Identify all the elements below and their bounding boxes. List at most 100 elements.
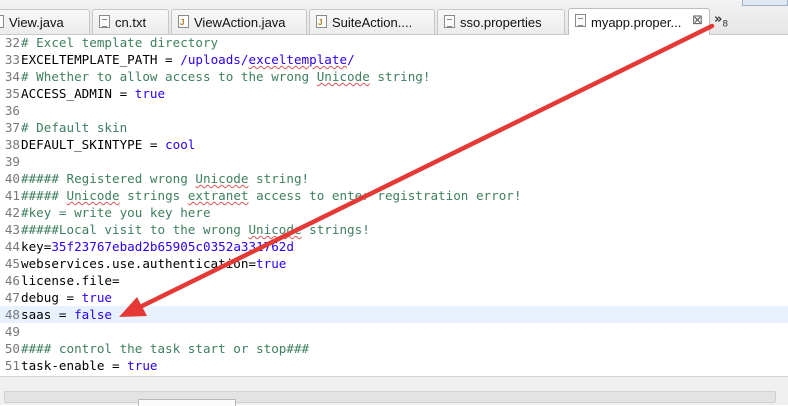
line-number: 50 (4, 341, 20, 356)
code-text: # Default skin (21, 119, 127, 136)
code-text: license.file= (21, 272, 120, 289)
code-token: true (256, 256, 287, 271)
code-text: key=35f23767ebad2b65905c0352a331762d (21, 238, 294, 255)
horizontal-scrollbar[interactable] (4, 391, 776, 403)
code-text: # Whether to allow access to the wrong U… (21, 68, 430, 85)
code-line[interactable]: 33 EXCELTEMPLATE_PATH = /uploads/exceltem… (0, 51, 788, 68)
code-token: #####Local visit to the wrong (21, 222, 249, 237)
code-token: true (81, 290, 113, 305)
code-line[interactable]: 36 (0, 102, 788, 119)
editor-tab-bar: J View.java cn.txt J ViewAction.java J S… (0, 0, 788, 35)
line-number: 51 (4, 358, 20, 373)
code-token: key= (21, 239, 52, 254)
code-token: ##### Registered wrong (21, 171, 196, 186)
line-number: 43 (4, 222, 20, 237)
code-line[interactable]: 47 debug = true (0, 289, 788, 306)
text-file-icon (99, 15, 110, 28)
line-number: 45 (4, 256, 20, 271)
code-token: true (134, 86, 166, 101)
code-token: / (347, 52, 355, 67)
code-line[interactable]: 37 # Default skin (0, 119, 788, 136)
tab-view-java[interactable]: J View.java (0, 9, 90, 34)
code-token: exceltemplate (248, 52, 348, 67)
code-text: ACCESS_ADMIN = true (21, 85, 165, 102)
tab-viewaction-java[interactable]: J ViewAction.java (171, 9, 307, 34)
code-text: # Excel template directory (21, 34, 218, 51)
code-text: #####Local visit to the wrong Unicode st… (21, 221, 370, 238)
code-token: /uploads/ (180, 52, 249, 67)
close-icon[interactable]: ⊠ (692, 13, 703, 28)
code-line[interactable]: 44 key=35f23767ebad2b65905c0352a331762d (0, 238, 788, 255)
tab-suiteaction-java[interactable]: J SuiteAction.... (309, 9, 435, 34)
code-text: debug = true (21, 289, 112, 306)
code-text: task-enable = true (21, 357, 158, 374)
code-line[interactable]: 35 ACCESS_ADMIN = true (0, 85, 788, 102)
tab-label: myapp.proper... (591, 14, 682, 30)
code-line[interactable]: 34 # Whether to allow access to the wrong… (0, 68, 788, 85)
tab-label: sso.properties (460, 14, 542, 30)
code-line[interactable]: 50 #### control the task start or stop### (0, 340, 788, 357)
code-token: strings! (301, 222, 370, 237)
code-token: # Excel template directory (21, 35, 219, 50)
code-text: ##### Registered wrong Unicode string! (21, 170, 309, 187)
code-token: EXCELTEMPLATE_PATH = (21, 52, 181, 67)
line-number: 39 (4, 154, 20, 169)
java-file-icon: J (316, 15, 327, 28)
line-number: 33 (4, 52, 20, 67)
code-editor[interactable]: 32 # Excel template directory 33 EXCELTEMPL… (0, 34, 788, 376)
code-line[interactable]: 40 ##### Registered wrong Unicode string! (0, 170, 788, 187)
code-line[interactable]: 32 # Excel template directory (0, 34, 788, 51)
code-token: false (74, 307, 112, 322)
line-number: 44 (4, 239, 20, 254)
properties-file-icon (444, 15, 455, 28)
code-token: extranet (187, 188, 249, 203)
java-file-icon: J (178, 15, 189, 28)
code-line[interactable]: 45 webservices.use.authentication=true (0, 255, 788, 272)
code-token: ##### (21, 188, 67, 203)
code-token: saas = (21, 307, 75, 322)
tab-sso-properties[interactable]: sso.properties (437, 9, 565, 34)
java-file-icon: J (0, 15, 4, 28)
hidden-tab-count: 8 (722, 19, 729, 30)
code-token: ACCESS_ADMIN = (21, 86, 135, 101)
code-token: # Default skin (21, 120, 128, 135)
line-number: 36 (4, 103, 20, 118)
tab-label: View.java (9, 14, 64, 30)
code-line[interactable]: 43 #####Local visit to the wrong Unicode … (0, 221, 788, 238)
code-text: #key = write you key here (21, 204, 211, 221)
code-token: #### control the task start or stop### (21, 341, 310, 356)
code-token: Unicode (248, 222, 302, 237)
code-line[interactable]: 51 task-enable = true (0, 357, 788, 374)
code-token: strings (119, 188, 188, 203)
code-line[interactable]: 42 #key = write you key here (0, 204, 788, 221)
perspective-switcher[interactable] (742, 0, 788, 6)
bottom-panel-tab[interactable] (138, 399, 236, 406)
code-text: webservices.use.authentication=true (21, 255, 286, 272)
code-token: 35f23767ebad2b65905c0352a331762d (51, 239, 294, 254)
tab-label: SuiteAction.... (332, 14, 413, 30)
tab-overflow-button[interactable]: »8 (714, 12, 728, 30)
code-token: string! (369, 69, 431, 84)
line-number: 42 (4, 205, 20, 220)
tab-label: cn.txt (115, 14, 147, 30)
code-line[interactable]: 46 license.file= (0, 272, 788, 289)
tab-myapp-properties[interactable]: myapp.proper... ⊠ (568, 8, 710, 35)
code-token: true (127, 358, 158, 373)
tab-cn-txt[interactable]: cn.txt (92, 9, 169, 34)
line-number: 48 (4, 307, 20, 322)
code-token: license.file= (21, 273, 120, 288)
code-token: # Whether to allow access to the wrong (21, 69, 317, 84)
code-text: ##### Unicode strings extranet access to… (21, 187, 521, 204)
line-number: 47 (4, 290, 20, 305)
line-number: 34 (4, 69, 20, 84)
code-line[interactable]: 39 (0, 153, 788, 170)
code-line[interactable]: 38 DEFAULT_SKINTYPE = cool (0, 136, 788, 153)
code-line[interactable]: 41 ##### Unicode strings extranet access … (0, 187, 788, 204)
properties-file-icon (575, 14, 586, 27)
code-line[interactable]: 48 saas = false (0, 306, 788, 323)
code-text: EXCELTEMPLATE_PATH = /uploads/exceltempl… (21, 51, 355, 68)
code-line[interactable]: 49 (0, 323, 788, 340)
code-token: Unicode (66, 188, 120, 203)
code-token: Unicode (316, 69, 370, 84)
code-token: Unicode (195, 171, 249, 186)
